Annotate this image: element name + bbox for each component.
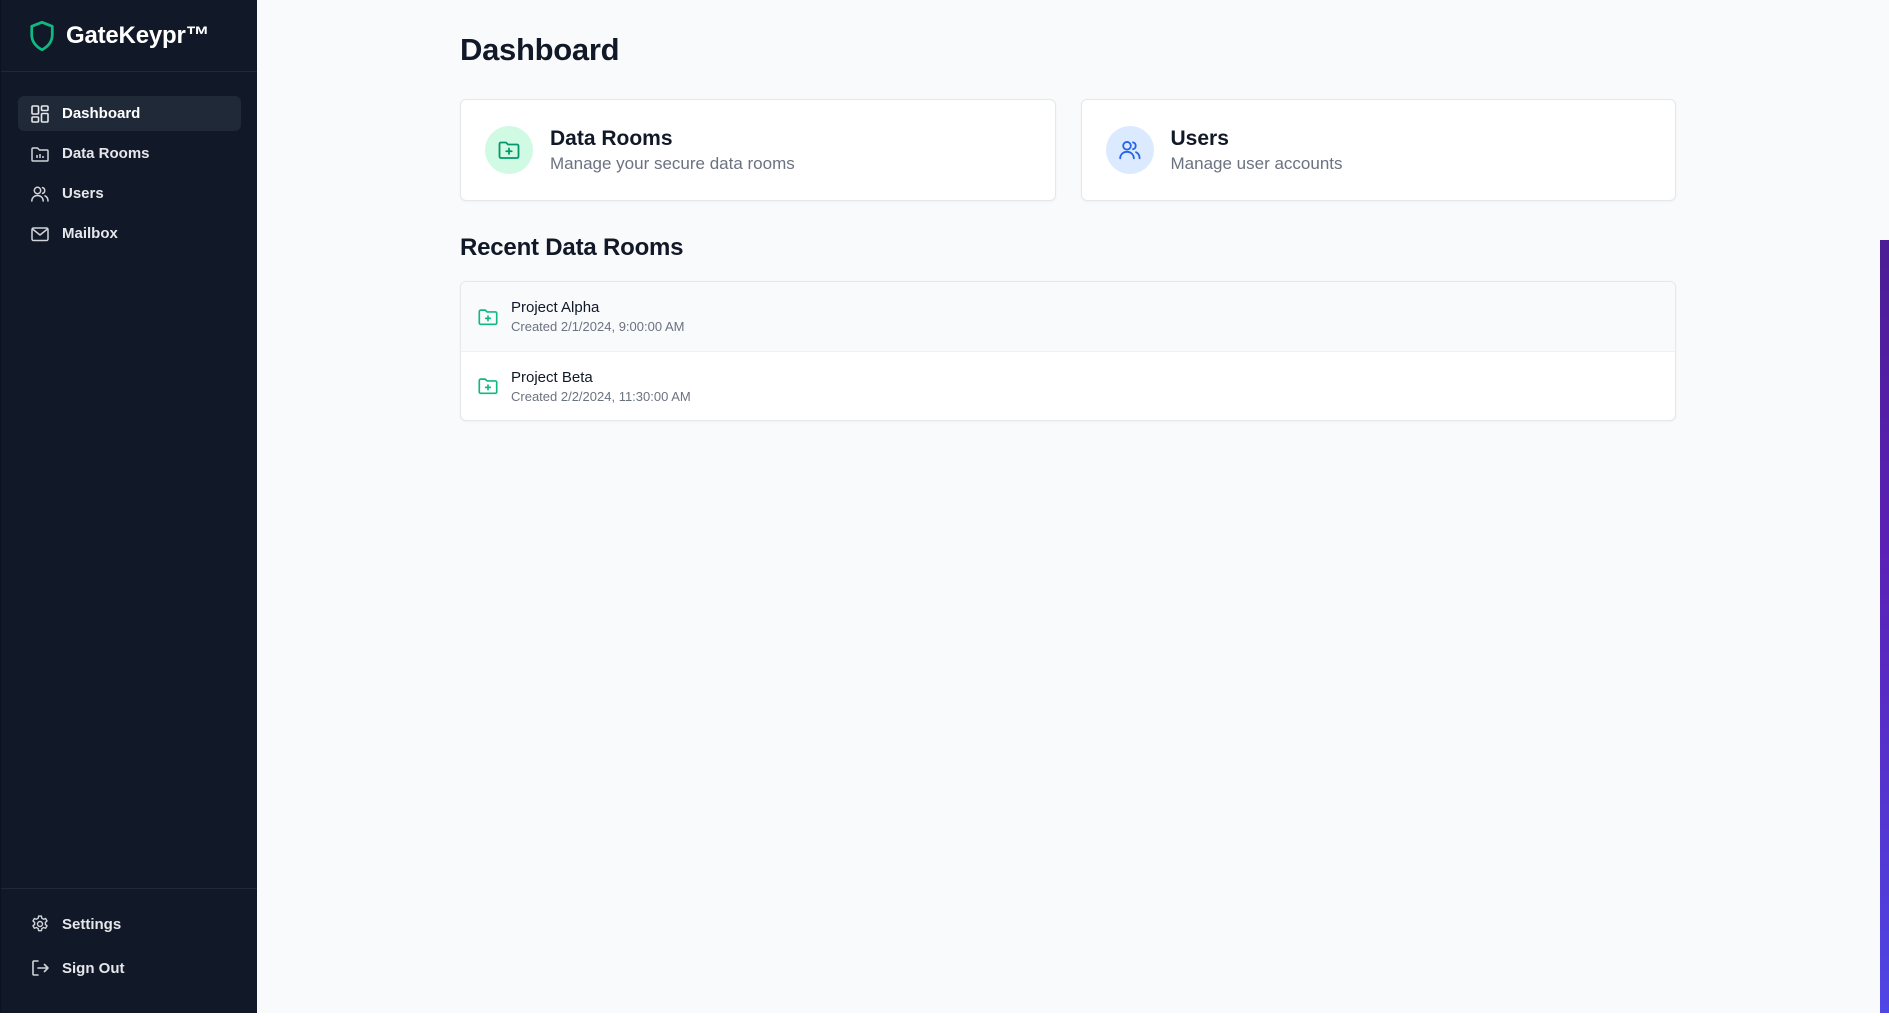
shield-icon <box>28 20 56 52</box>
folder-plus-icon <box>477 306 499 328</box>
folder-plus-icon <box>485 126 533 174</box>
brand[interactable]: GateKeypr™ <box>1 0 257 72</box>
room-name: Project Beta <box>511 368 593 386</box>
card-subtitle: Manage your secure data rooms <box>550 153 795 173</box>
page-title: Dashboard <box>460 32 620 67</box>
users-card[interactable]: Users Manage user accounts <box>1080 99 1676 201</box>
main-area: Dashboard Data Rooms Manage your secure … <box>257 0 1889 1013</box>
users-icon <box>30 184 50 204</box>
card-title: Data Rooms <box>550 126 673 150</box>
recent-data-rooms-title: Recent Data Rooms <box>460 234 684 261</box>
sidebar-item-label: Dashboard <box>62 105 141 122</box>
app: GateKeypr™ Dashboard Data Rooms Users Ma… <box>0 0 1889 1013</box>
folder-plus-icon <box>477 375 499 397</box>
sidebar-nav: Dashboard Data Rooms Users Mailbox <box>1 72 257 888</box>
list-item[interactable]: Project Beta Created 2/2/2024, 11:30:00 … <box>461 351 1675 420</box>
sidebar-footer: Settings Sign Out <box>1 888 257 1013</box>
sidebar-item-label: Mailbox <box>62 225 118 242</box>
sign-out-button[interactable]: Sign Out <box>18 949 241 987</box>
users-icon <box>1105 126 1154 174</box>
card-text: Data Rooms Manage your secure data rooms <box>550 127 795 174</box>
sidebar-item-label: Data Rooms <box>62 145 150 162</box>
sidebar-item-dashboard[interactable]: Dashboard <box>18 96 241 131</box>
sidebar-item-settings[interactable]: Settings <box>18 905 241 943</box>
sidebar-item-label: Sign Out <box>62 959 125 977</box>
sidebar-item-label: Settings <box>62 915 122 933</box>
gear-icon <box>30 914 50 934</box>
sidebar-item-mailbox[interactable]: Mailbox <box>18 216 241 251</box>
dashboard-icon <box>30 104 50 124</box>
card-subtitle: Manage user accounts <box>1170 153 1343 173</box>
summary-cards: Data Rooms Manage your secure data rooms <box>460 99 1676 201</box>
window-edge <box>1880 240 1889 1013</box>
recent-data-rooms-list: Project Alpha Created 2/1/2024, 9:00:00 … <box>460 281 1676 421</box>
row-text: Project Alpha Created 2/1/2024, 9:00:00 … <box>511 299 684 334</box>
row-text: Project Beta Created 2/2/2024, 11:30:00 … <box>511 369 691 404</box>
room-created: Created 2/1/2024, 9:00:00 AM <box>511 319 685 334</box>
data-rooms-card[interactable]: Data Rooms Manage your secure data rooms <box>460 99 1056 201</box>
room-created: Created 2/2/2024, 11:30:00 AM <box>511 388 691 404</box>
sidebar-item-data-rooms[interactable]: Data Rooms <box>18 136 241 171</box>
card-title: Users <box>1170 126 1229 150</box>
sidebar-item-users[interactable]: Users <box>18 176 241 211</box>
sidebar: GateKeypr™ Dashboard Data Rooms Users Ma… <box>0 0 257 1013</box>
mail-icon <box>30 224 50 244</box>
folder-icon <box>30 144 50 164</box>
room-name: Project Alpha <box>511 299 600 316</box>
brand-name: GateKeypr™ <box>66 21 210 49</box>
list-item[interactable]: Project Alpha Created 2/1/2024, 9:00:00 … <box>461 282 1675 351</box>
sign-out-icon <box>30 958 50 978</box>
sidebar-item-label: Users <box>62 185 104 202</box>
card-text: Users Manage user accounts <box>1171 127 1343 174</box>
